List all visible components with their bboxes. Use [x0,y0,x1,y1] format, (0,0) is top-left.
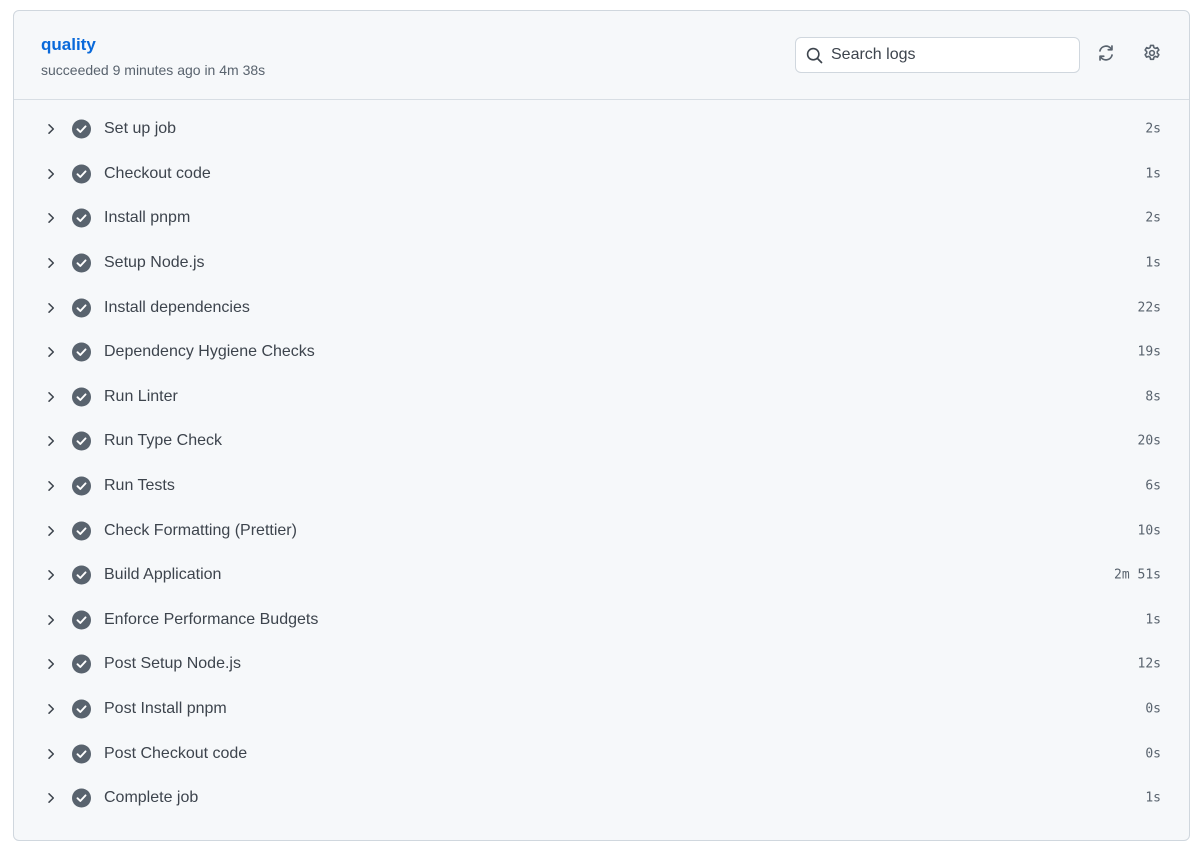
job-status-summary: succeeded 9 minutes ago in 4m 38s [41,62,266,78]
step-row[interactable]: Checkout code 1s [14,152,1189,197]
check-circle-fill-icon [72,476,91,496]
chevron-right-icon[interactable] [44,524,58,538]
sync-icon [1097,44,1115,67]
step-name: Post Setup Node.js [104,655,241,673]
step-name: Install pnpm [104,209,191,227]
chevron-right-icon[interactable] [44,657,58,671]
step-row[interactable]: Post Setup Node.js 12s [14,642,1189,687]
step-duration: 8s [1145,389,1161,405]
chevron-right-icon[interactable] [44,479,58,493]
chevron-right-icon[interactable] [44,791,58,805]
step-row[interactable]: Set up job 2s [14,107,1189,152]
step-name: Run Type Check [104,432,222,450]
chevron-right-icon[interactable] [44,122,58,136]
chevron-right-icon[interactable] [44,747,58,761]
step-name: Post Checkout code [104,744,248,762]
check-circle-fill-icon [72,744,91,764]
settings-button[interactable] [1140,43,1164,67]
step-name: Check Formatting (Prettier) [104,521,297,539]
step-duration: 1s [1145,612,1161,628]
check-circle-fill-icon [72,208,91,228]
check-circle-fill-icon [72,565,91,585]
check-circle-fill-icon [72,253,91,273]
step-row[interactable]: Build Application 2m 51s [14,553,1189,598]
step-duration: 6s [1145,478,1161,494]
step-name: Build Application [104,566,222,584]
step-name: Install dependencies [104,298,250,316]
refresh-button[interactable] [1094,43,1118,67]
chevron-right-icon[interactable] [44,702,58,716]
step-row[interactable]: Check Formatting (Prettier) 10s [14,508,1189,553]
step-duration: 20s [1137,433,1161,449]
search-icon [805,46,823,64]
step-name: Setup Node.js [104,254,205,272]
step-row[interactable]: Setup Node.js 1s [14,241,1189,286]
chevron-right-icon[interactable] [44,434,58,448]
chevron-right-icon[interactable] [44,256,58,270]
step-duration: 10s [1137,523,1161,539]
chevron-right-icon[interactable] [44,211,58,225]
step-name: Dependency Hygiene Checks [104,343,315,361]
chevron-right-icon[interactable] [44,390,58,404]
step-duration: 1s [1145,255,1161,271]
step-duration: 0s [1145,746,1161,762]
check-circle-fill-icon [72,387,91,407]
step-name: Complete job [104,789,199,807]
job-logs-panel: quality succeeded 9 minutes ago in 4m 38… [13,10,1190,841]
step-duration: 19s [1137,344,1161,360]
check-circle-fill-icon [72,788,91,808]
step-duration: 1s [1145,790,1161,806]
steps-list: Set up job 2s Checkout code 1s Install p… [14,100,1189,821]
job-header: quality succeeded 9 minutes ago in 4m 38… [14,11,1189,100]
step-duration: 22s [1137,300,1161,316]
check-circle-fill-icon [72,610,91,630]
search-logs-input[interactable] [831,38,1071,72]
step-duration: 12s [1137,656,1161,672]
chevron-right-icon[interactable] [44,613,58,627]
step-row[interactable]: Run Type Check 20s [14,419,1189,464]
gear-icon [1143,44,1161,67]
step-name: Enforce Performance Budgets [104,610,319,628]
check-circle-fill-icon [72,699,91,719]
step-duration: 1s [1145,166,1161,182]
step-duration: 2m 51s [1114,567,1161,583]
check-circle-fill-icon [72,298,91,318]
check-circle-fill-icon [72,521,91,541]
step-duration: 2s [1145,121,1161,137]
check-circle-fill-icon [72,431,91,451]
step-row[interactable]: Post Install pnpm 0s [14,687,1189,732]
step-name: Checkout code [104,164,211,182]
step-name: Set up job [104,120,177,138]
search-logs-box[interactable] [795,37,1080,73]
check-circle-fill-icon [72,164,91,184]
check-circle-fill-icon [72,119,91,139]
step-duration: 2s [1145,210,1161,226]
step-row[interactable]: Install pnpm 2s [14,196,1189,241]
step-duration: 0s [1145,701,1161,717]
step-row[interactable]: Complete job 1s [14,776,1189,821]
step-row[interactable]: Post Checkout code 0s [14,731,1189,776]
step-row[interactable]: Enforce Performance Budgets 1s [14,598,1189,643]
chevron-right-icon[interactable] [44,301,58,315]
step-name: Run Linter [104,387,178,405]
step-row[interactable]: Install dependencies 22s [14,285,1189,330]
chevron-right-icon[interactable] [44,345,58,359]
step-row[interactable]: Run Linter 8s [14,375,1189,420]
step-name: Run Tests [104,477,175,495]
job-title-link[interactable]: quality [41,35,96,55]
chevron-right-icon[interactable] [44,568,58,582]
step-row[interactable]: Dependency Hygiene Checks 19s [14,330,1189,375]
check-circle-fill-icon [72,342,91,362]
step-name: Post Install pnpm [104,700,227,718]
step-row[interactable]: Run Tests 6s [14,464,1189,509]
check-circle-fill-icon [72,654,91,674]
chevron-right-icon[interactable] [44,167,58,181]
